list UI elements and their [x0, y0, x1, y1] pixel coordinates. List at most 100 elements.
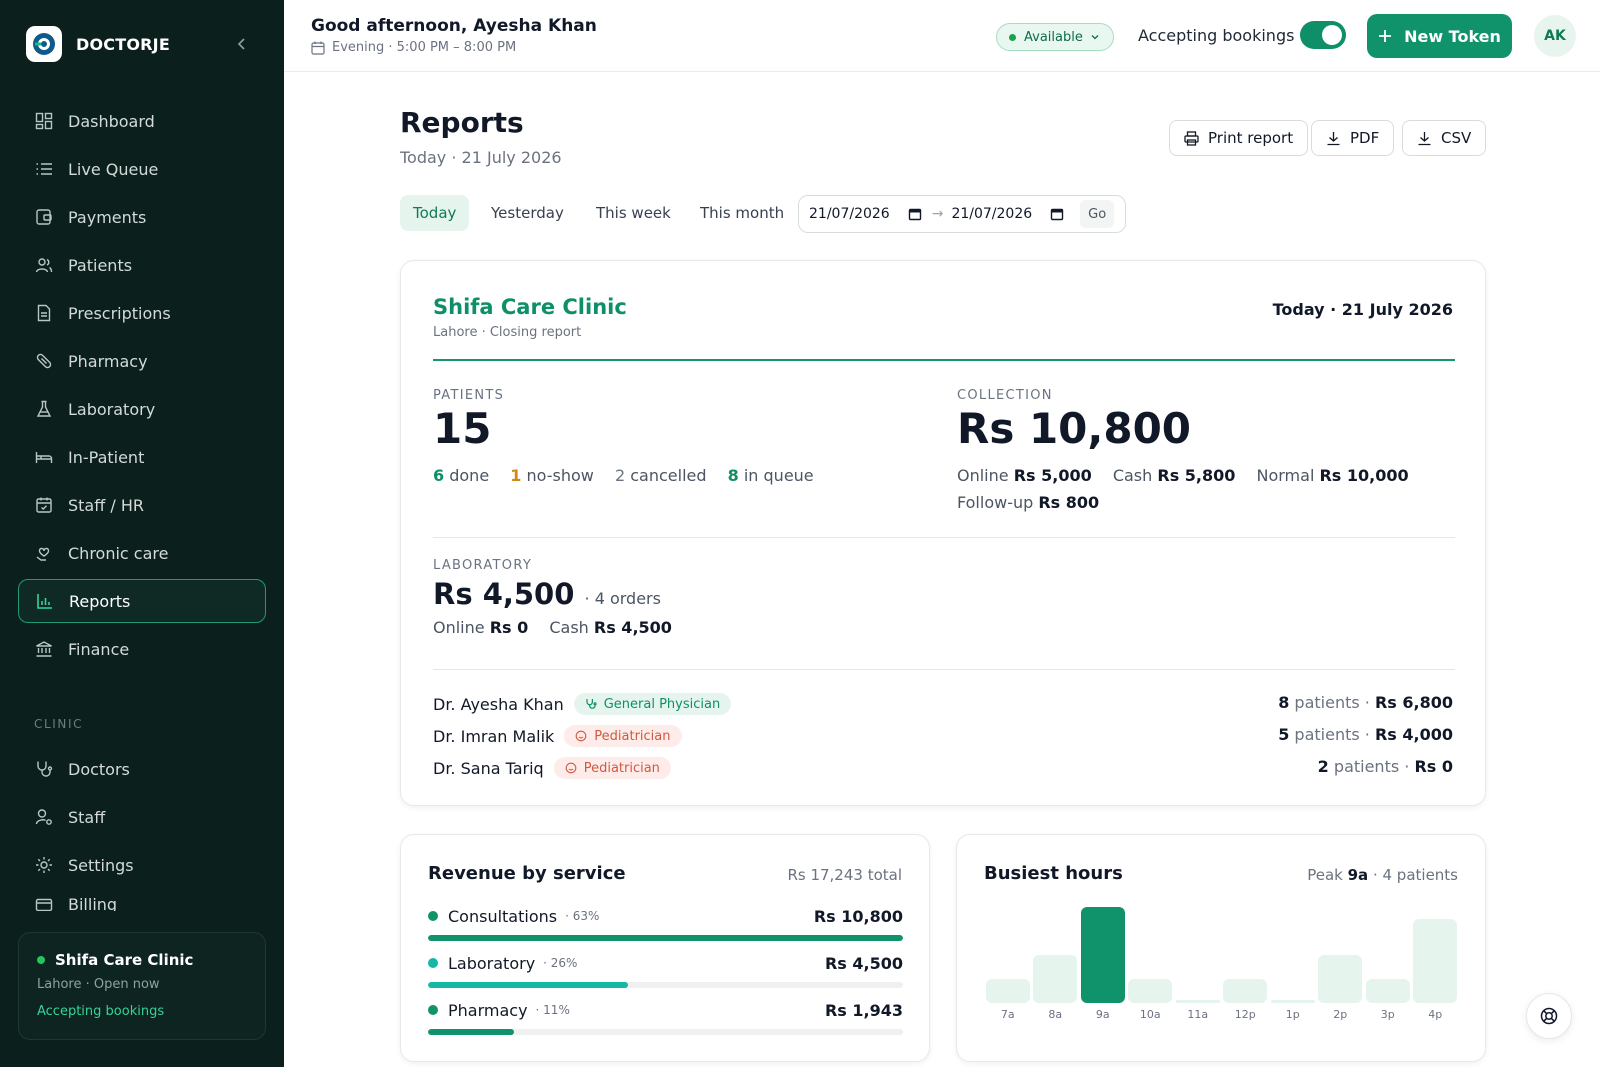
help-button[interactable] — [1526, 993, 1572, 1039]
calendar-check-icon — [34, 495, 54, 515]
service-amount: Rs 1,943 — [824, 1000, 903, 1020]
doctor-amount: Rs 4,000 — [1374, 725, 1453, 744]
pill-icon — [34, 351, 54, 371]
pdf-button[interactable]: PDF — [1311, 120, 1395, 156]
laboratory-label: LABORATORY — [433, 558, 533, 573]
sidebar-item-label: Finance — [68, 639, 130, 659]
smile-icon — [565, 762, 577, 774]
flask-icon — [34, 399, 54, 419]
clinic-card-status: Accepting bookings — [37, 1004, 165, 1019]
calendar-icon[interactable] — [1050, 207, 1064, 221]
sidebar-item-finance[interactable]: Finance — [18, 627, 266, 671]
sidebar-item-payments[interactable]: Payments — [18, 195, 266, 239]
availability-dropdown[interactable]: Available — [996, 23, 1114, 51]
filter-yesterday[interactable]: Yesterday — [478, 195, 577, 231]
hour-tick-label: 2p — [1333, 1008, 1348, 1021]
doctor-name: Dr. Imran Malik — [433, 726, 555, 746]
status-dot-icon — [37, 956, 45, 964]
laboratory-orders: · 4 orders — [584, 589, 661, 608]
sidebar-item-laboratory[interactable]: Laboratory — [18, 387, 266, 431]
hours-bar-chart: 7a 8a 9a 10a 11a 12p 1p 2p 3p 4p — [984, 905, 1459, 1021]
closing-report-card: Shifa Care Clinic Lahore · Closing repor… — [400, 260, 1486, 806]
date-from-input[interactable]: 21/07/2026 — [809, 206, 890, 222]
patients-total: 15 — [433, 404, 492, 453]
cancelled-label: cancelled — [630, 466, 707, 485]
collection-label: COLLECTION — [957, 388, 1053, 403]
sidebar-item-reports[interactable]: Reports — [18, 579, 266, 623]
sidebar-item-chronic-care[interactable]: Chronic care — [18, 531, 266, 575]
doctor-patients-count: 2 — [1317, 757, 1329, 776]
collection-breakdown: Online Rs 5,000 Cash Rs 5,800 Normal Rs … — [957, 466, 1409, 485]
sidebar-item-pharmacy[interactable]: Pharmacy — [18, 339, 266, 383]
filter-this-week[interactable]: This week — [583, 195, 684, 231]
sidebar-item-dashboard[interactable]: Dashboard — [18, 99, 266, 143]
revenue-by-service-card: Revenue by service Rs 17,243 total Consu… — [400, 834, 930, 1062]
go-button[interactable]: Go — [1080, 200, 1115, 228]
report-clinic-sub: Lahore · Closing report — [433, 325, 582, 340]
chevron-down-icon — [1089, 31, 1101, 43]
peak-suffix: · 4 patients — [1372, 866, 1458, 884]
sidebar-item-in-patient[interactable]: In-Patient — [18, 435, 266, 479]
doctor-patients-count: 5 — [1278, 725, 1290, 744]
followup-value: Rs 800 — [1038, 493, 1100, 512]
doctor-patients-label: patients · — [1294, 725, 1370, 744]
sidebar-item-settings[interactable]: Settings — [18, 843, 266, 887]
sidebar-item-label: Payments — [68, 207, 147, 227]
brand-logo-icon — [26, 26, 62, 62]
hour-bar-9a — [1080, 907, 1125, 1003]
hour-bar-7a — [985, 979, 1030, 1003]
print-report-button[interactable]: Print report — [1169, 120, 1309, 156]
specialty-label: Pediatrician — [583, 760, 660, 776]
sidebar-item-staff-hr[interactable]: Staff / HR — [18, 483, 266, 527]
sidebar: DOCTORJE Dashboard Live Queue Payments P… — [0, 0, 284, 1067]
csv-button[interactable]: CSV — [1402, 120, 1487, 156]
accepting-bookings-label: Accepting bookings — [1138, 26, 1295, 45]
clinic-card-sub: Lahore · Open now — [37, 977, 160, 992]
sidebar-item-live-queue[interactable]: Live Queue — [18, 147, 266, 191]
hour-bar-8a — [1033, 955, 1078, 1003]
calendar-icon[interactable] — [908, 207, 922, 221]
hour-bar-11a — [1175, 1000, 1220, 1003]
smile-icon — [575, 730, 587, 742]
date-to-input[interactable]: 21/07/2026 — [951, 206, 1032, 222]
hour-bar-3p — [1365, 979, 1410, 1003]
stethoscope-icon — [585, 698, 597, 710]
sidebar-section-label: CLINIC — [34, 717, 84, 731]
service-progress — [428, 1029, 903, 1035]
hour-tick-label: 3p — [1380, 1008, 1395, 1021]
patients-label: PATIENTS — [433, 388, 505, 403]
hour-tick-label: 1p — [1285, 1008, 1300, 1021]
download-icon — [1326, 131, 1341, 146]
sidebar-item-billing[interactable]: Billing — [18, 891, 266, 911]
service-progress-fill — [428, 982, 628, 988]
hour-bar-10a — [1128, 979, 1173, 1003]
download-icon — [1417, 131, 1432, 146]
lab-online-label: Online — [433, 618, 485, 637]
service-name: Pharmacy — [448, 1000, 528, 1020]
brand[interactable]: DOCTORJE — [26, 26, 170, 62]
sidebar-item-staff[interactable]: Staff — [18, 795, 266, 839]
followup-label: Follow-up — [957, 493, 1034, 512]
sidebar-item-patients[interactable]: Patients — [18, 243, 266, 287]
calendar-icon — [311, 41, 325, 55]
specialty-label: Pediatrician — [594, 728, 671, 744]
sidebar-item-doctors[interactable]: Doctors — [18, 747, 266, 791]
filter-this-month[interactable]: This month — [687, 195, 797, 231]
page-title: Reports — [400, 106, 524, 139]
noshow-count: 1 — [510, 466, 522, 485]
page-subtitle: Today · 21 July 2026 — [400, 148, 562, 167]
chevron-left-icon[interactable] — [232, 34, 252, 54]
sidebar-item-label: Patients — [68, 255, 133, 275]
filter-today[interactable]: Today — [400, 195, 470, 231]
new-token-button[interactable]: New Token — [1367, 14, 1512, 58]
avatar[interactable]: AK — [1534, 15, 1576, 57]
csv-label: CSV — [1441, 129, 1472, 147]
sidebar-item-prescriptions[interactable]: Prescriptions — [18, 291, 266, 335]
laboratory-total: Rs 4,500 — [433, 577, 575, 611]
doctor-stat: 8 patients · Rs 6,800 — [1278, 693, 1453, 712]
service-pct: · 11% — [535, 1003, 570, 1017]
heart-hand-icon — [34, 543, 54, 563]
clinic-status-card[interactable]: Shifa Care Clinic Lahore · Open now Acce… — [18, 932, 266, 1040]
document-icon — [34, 303, 54, 323]
accepting-bookings-toggle[interactable] — [1300, 21, 1346, 49]
